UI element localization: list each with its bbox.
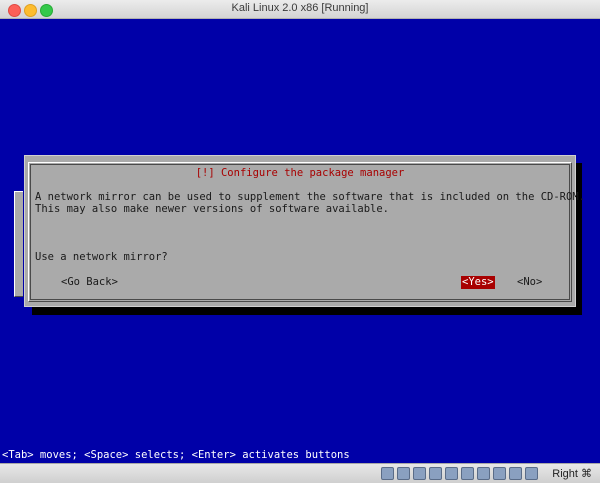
device-indicators <box>381 467 538 480</box>
background-dialog-edge <box>14 191 23 297</box>
dialog-title: [!] Configure the package manager <box>189 167 411 179</box>
dialog-description: A network mirror can be used to suppleme… <box>35 191 585 215</box>
host-key-indicator: Right ⌘ <box>552 468 592 480</box>
mouse-integration-icon[interactable] <box>509 467 522 480</box>
keyboard-icon[interactable] <box>525 467 538 480</box>
network-icon[interactable] <box>429 467 442 480</box>
yes-button[interactable]: <Yes> <box>461 276 495 289</box>
window-title: Kali Linux 2.0 x86 [Running] <box>231 2 369 14</box>
audio-icon[interactable] <box>413 467 426 480</box>
optical-drive-icon[interactable] <box>397 467 410 480</box>
go-back-button[interactable]: <Go Back> <box>61 276 118 289</box>
shared-folders-icon[interactable] <box>461 467 474 480</box>
video-capture-icon[interactable] <box>493 467 506 480</box>
virtualbox-status-bar: Right ⌘ <box>0 463 600 483</box>
keyboard-help-line: <Tab> moves; <Space> selects; <Enter> ac… <box>2 449 350 461</box>
no-button[interactable]: <No> <box>517 276 542 289</box>
window-titlebar[interactable]: Kali Linux 2.0 x86 [Running] <box>0 0 600 19</box>
hard-disk-icon[interactable] <box>381 467 394 480</box>
display-icon[interactable] <box>477 467 490 480</box>
dialog-question: Use a network mirror? <box>35 251 168 263</box>
vm-screen[interactable]: [!] Configure the package manager A netw… <box>0 19 600 463</box>
configure-package-manager-dialog: [!] Configure the package manager A netw… <box>24 155 585 307</box>
usb-icon[interactable] <box>445 467 458 480</box>
